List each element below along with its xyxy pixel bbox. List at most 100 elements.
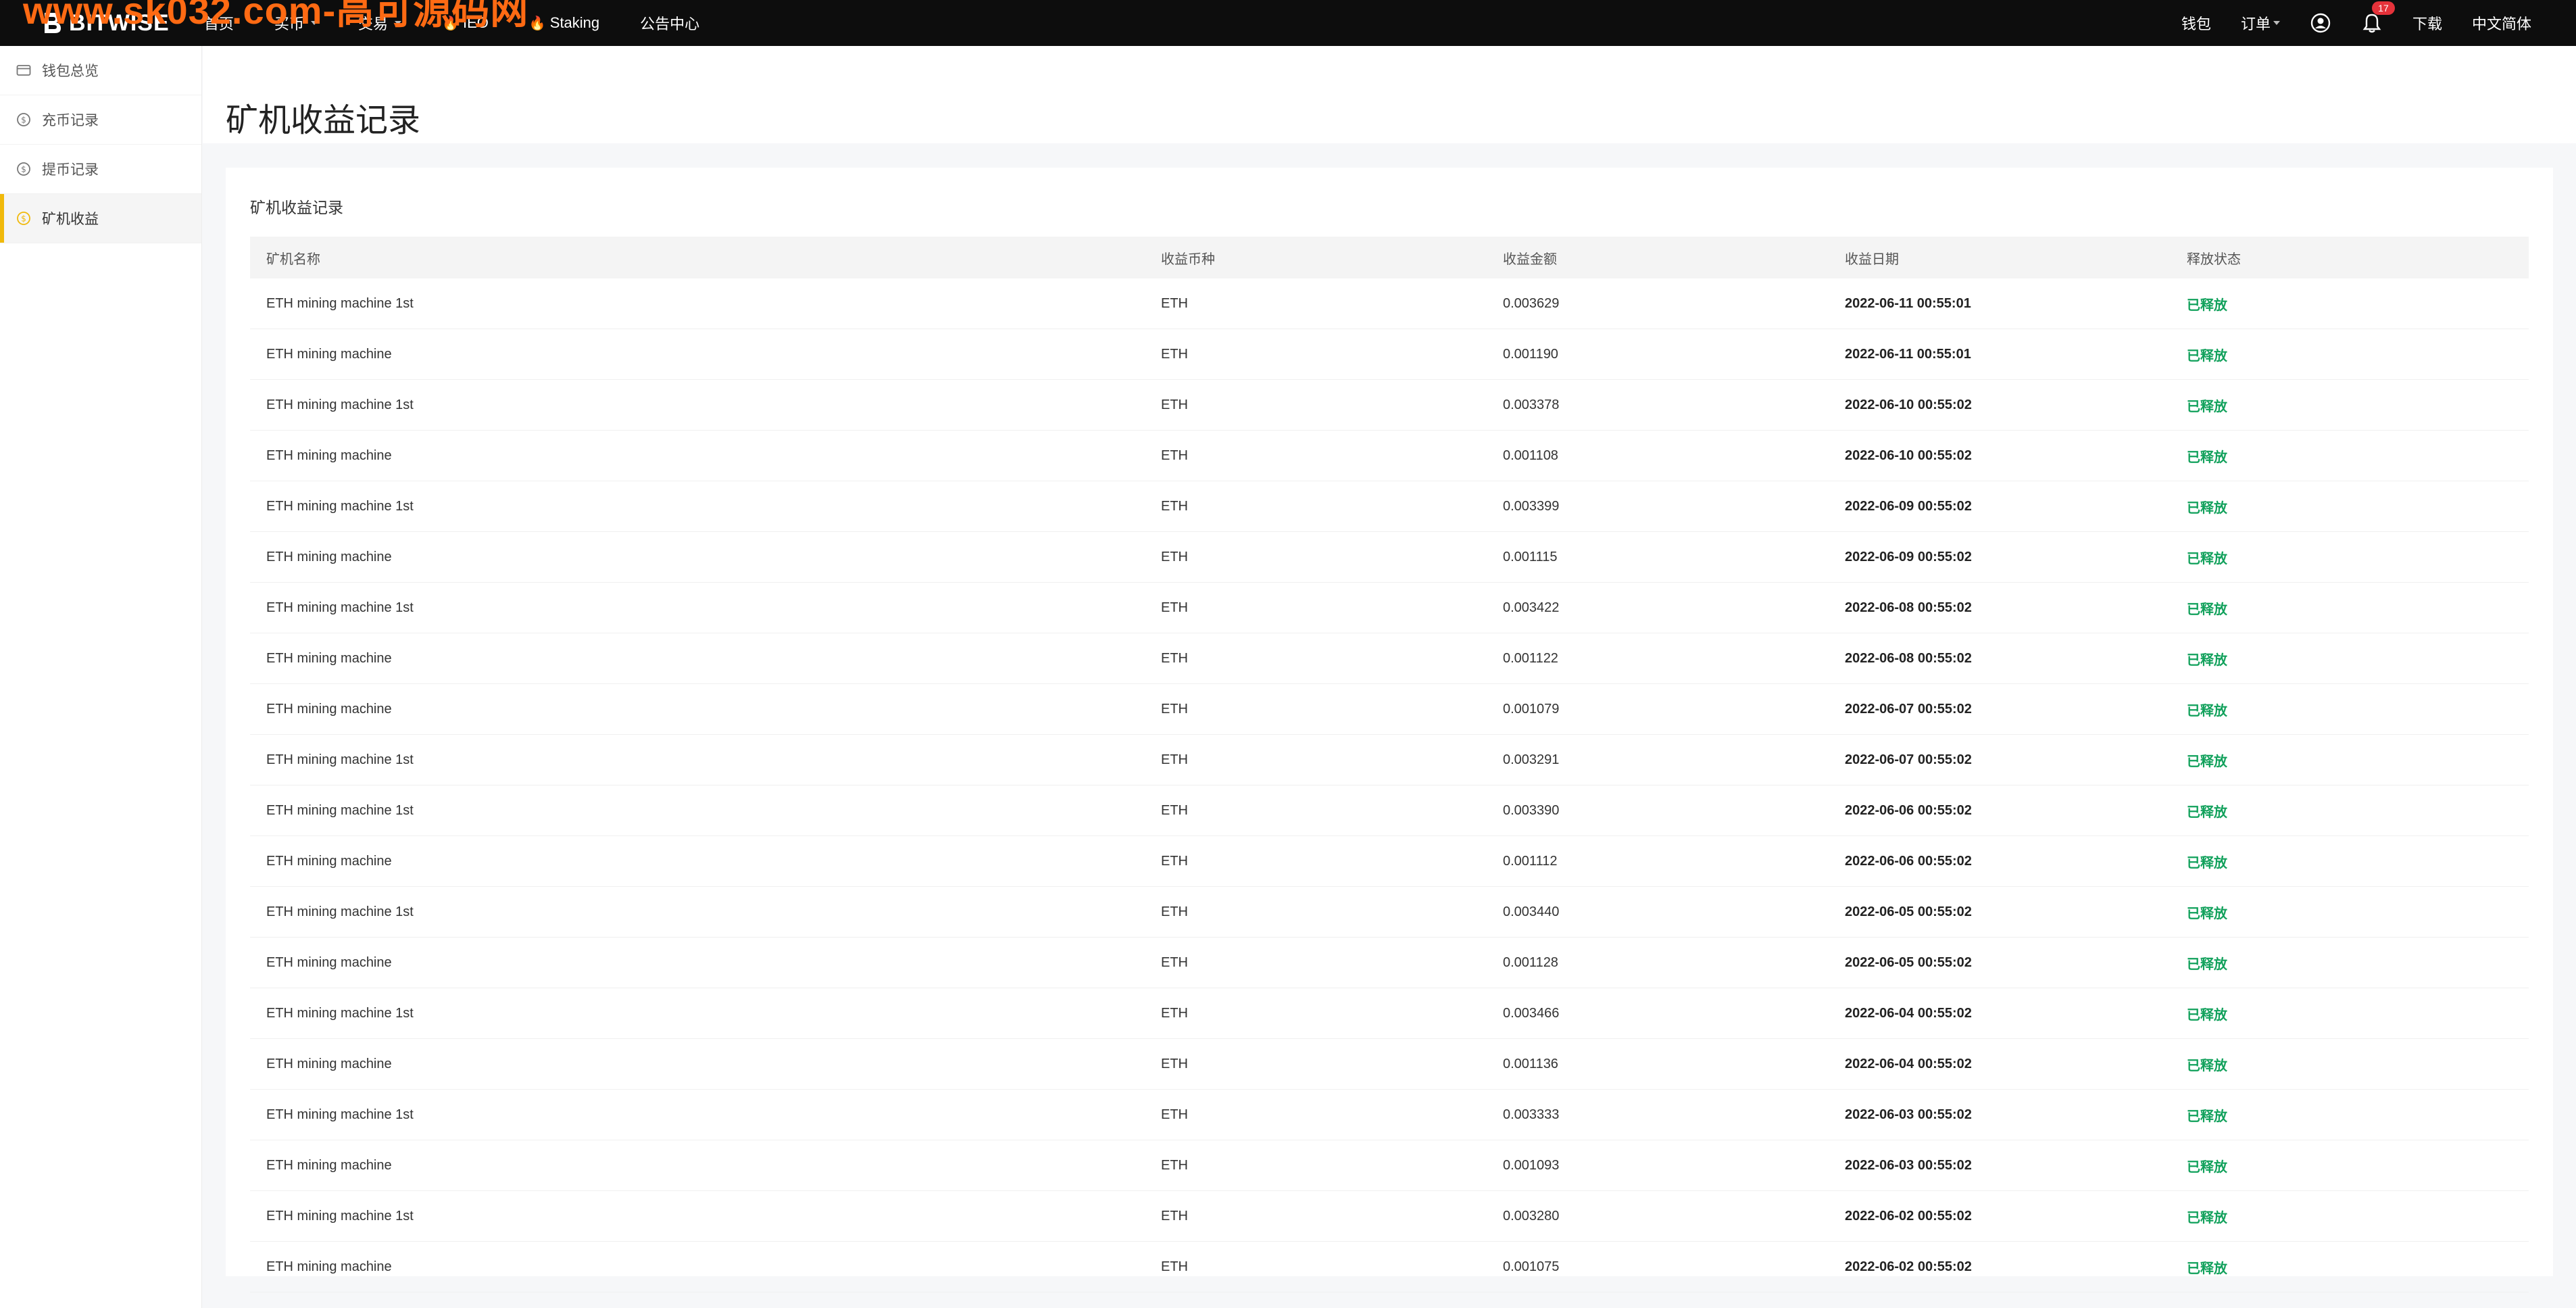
card-title: 矿机收益记录	[250, 199, 343, 216]
status-cell: 已释放	[2187, 754, 2227, 769]
currency-cell: ETH	[1161, 498, 1188, 514]
currency-cell: ETH	[1161, 600, 1188, 615]
nav-item-5[interactable]: 公告中心	[640, 12, 699, 34]
status-cell: 已释放	[2187, 1210, 2227, 1226]
amount-cell: 0.003390	[1503, 802, 1560, 818]
flame-icon: 🔥	[528, 16, 546, 31]
column-header-status: 释放状态	[2187, 251, 2241, 267]
currency-cell: ETH	[1161, 346, 1188, 362]
language-selector[interactable]: 中文简体	[2472, 12, 2531, 34]
status-cell: 已释放	[2187, 703, 2227, 719]
sidebar-item-3[interactable]: $ 矿机收益	[0, 194, 201, 243]
watermark-text: www.sk032.com-高可源码网	[23, 0, 529, 32]
sidebar-item-0[interactable]: 钱包总览	[0, 46, 201, 95]
table-row: ETH mining machine 1st ETH 0.003333 2022-06…	[250, 1090, 2529, 1140]
column-header-machine-name: 矿机名称	[266, 251, 320, 267]
machine-name-cell: ETH mining machine	[266, 853, 392, 869]
orders-menu[interactable]: 订单	[2241, 12, 2280, 34]
date-cell: 2022-06-08 00:55:02	[1845, 650, 1972, 666]
currency-cell: ETH	[1161, 853, 1188, 869]
column-header-amount: 收益金额	[1503, 251, 1557, 267]
table-row: ETH mining machine ETH 0.001122 2022-06-08 …	[250, 633, 2529, 684]
sidebar-item-label: 提币记录	[42, 162, 99, 178]
amount-cell: 0.003399	[1503, 498, 1560, 514]
table-row: ETH mining machine 1st ETH 0.003390 2022-06…	[250, 785, 2529, 836]
table-row: ETH mining machine ETH 0.001079 2022-06-07 …	[250, 684, 2529, 735]
machine-name-cell: ETH mining machine 1st	[266, 600, 414, 615]
status-cell: 已释放	[2187, 652, 2227, 668]
nav-item-4[interactable]: 🔥 Staking	[529, 14, 599, 32]
table-row: ETH mining machine ETH 0.001115 2022-06-09 …	[250, 532, 2529, 583]
date-cell: 2022-06-07 00:55:02	[1845, 752, 1972, 767]
amount-cell: 0.001190	[1503, 346, 1558, 362]
currency-cell: ETH	[1161, 904, 1188, 919]
machine-name-cell: ETH mining machine	[266, 1157, 392, 1173]
date-cell: 2022-06-08 00:55:02	[1845, 600, 1972, 615]
notification-count-badge: 17	[2371, 1, 2395, 15]
status-cell: 已释放	[2187, 956, 2227, 972]
currency-cell: ETH	[1161, 1005, 1188, 1021]
sidebar-item-1[interactable]: $ 充币记录	[0, 95, 201, 145]
currency-cell: ETH	[1161, 397, 1188, 412]
status-cell: 已释放	[2187, 1007, 2227, 1023]
date-cell: 2022-06-04 00:55:02	[1845, 1005, 1972, 1021]
status-cell: 已释放	[2187, 348, 2227, 364]
table-body: ETH mining machine 1st ETH 0.003629 2022-06…	[250, 278, 2529, 1292]
table-row: ETH mining machine 1st ETH 0.003280 2022-06…	[250, 1191, 2529, 1242]
table-row: ETH mining machine 1st ETH 0.003378 2022-06…	[250, 380, 2529, 431]
machine-name-cell: ETH mining machine	[266, 954, 392, 970]
table-row: ETH mining machine 1st ETH 0.003629 2022-06…	[250, 278, 2529, 329]
mining-income-table: 矿机名称 收益币种 收益金额 收益日期 释放状态 ETH mining mach…	[250, 237, 2529, 1292]
table-row: ETH mining machine 1st ETH 0.003399 2022-06…	[250, 481, 2529, 532]
machine-name-cell: ETH mining machine	[266, 447, 392, 463]
date-cell: 2022-06-07 00:55:02	[1845, 701, 1972, 717]
currency-cell: ETH	[1161, 549, 1188, 564]
currency-cell: ETH	[1161, 650, 1188, 666]
status-cell: 已释放	[2187, 602, 2227, 617]
date-cell: 2022-06-02 00:55:02	[1845, 1259, 1972, 1274]
date-cell: 2022-06-06 00:55:02	[1845, 853, 1972, 869]
sidebar: 钱包总览 $ 充币记录 $ 提币记录 $ 矿机收益	[0, 46, 202, 1308]
table-row: ETH mining machine ETH 0.001112 2022-06-06 …	[250, 836, 2529, 887]
currency-cell: ETH	[1161, 701, 1188, 717]
machine-name-cell: ETH mining machine 1st	[266, 1005, 414, 1021]
machine-name-cell: ETH mining machine	[266, 346, 392, 362]
machine-name-cell: ETH mining machine 1st	[266, 1208, 414, 1224]
svg-text:$: $	[21, 165, 26, 174]
notifications-button[interactable]: 17	[2361, 1, 2395, 34]
column-header-currency: 收益币种	[1161, 251, 1215, 267]
svg-text:$: $	[21, 214, 26, 224]
status-cell: 已释放	[2187, 399, 2227, 414]
machine-name-cell: ETH mining machine 1st	[266, 498, 414, 514]
sidebar-item-label: 钱包总览	[42, 64, 99, 79]
status-cell: 已释放	[2187, 450, 2227, 465]
column-header-date: 收益日期	[1845, 251, 1899, 267]
svg-text:$: $	[21, 116, 26, 125]
sidebar-item-2[interactable]: $ 提币记录	[0, 145, 201, 194]
account-button[interactable]	[2310, 12, 2331, 34]
table-row: ETH mining machine ETH 0.001136 2022-06-04 …	[250, 1039, 2529, 1090]
currency-cell: ETH	[1161, 802, 1188, 818]
amount-cell: 0.003629	[1503, 295, 1560, 311]
table-row: ETH mining machine ETH 0.001190 2022-06-11 …	[250, 329, 2529, 380]
table-row: ETH mining machine 1st ETH 0.003422 2022-06…	[250, 583, 2529, 633]
date-cell: 2022-06-10 00:55:02	[1845, 397, 1972, 412]
machine-name-cell: ETH mining machine 1st	[266, 1107, 414, 1122]
status-cell: 已释放	[2187, 1058, 2227, 1073]
amount-cell: 0.001079	[1503, 701, 1560, 717]
date-cell: 2022-06-09 00:55:02	[1845, 549, 1972, 564]
download-link[interactable]: 下载	[2412, 12, 2442, 34]
machine-name-cell: ETH mining machine	[266, 1259, 392, 1274]
date-cell: 2022-06-03 00:55:02	[1845, 1157, 1972, 1173]
machine-name-cell: ETH mining machine 1st	[266, 904, 414, 919]
amount-cell: 0.003291	[1503, 752, 1560, 767]
table-row: ETH mining machine ETH 0.001128 2022-06-05 …	[250, 938, 2529, 988]
wallet-link[interactable]: 钱包	[2181, 12, 2211, 34]
currency-cell: ETH	[1161, 1259, 1188, 1274]
user-avatar-icon	[2310, 12, 2331, 34]
amount-cell: 0.003378	[1503, 397, 1560, 412]
amount-cell: 0.003466	[1503, 1005, 1560, 1021]
status-cell: 已释放	[2187, 855, 2227, 871]
date-cell: 2022-06-11 00:55:01	[1845, 346, 1971, 362]
table-header: 矿机名称 收益币种 收益金额 收益日期 释放状态	[250, 237, 2529, 278]
